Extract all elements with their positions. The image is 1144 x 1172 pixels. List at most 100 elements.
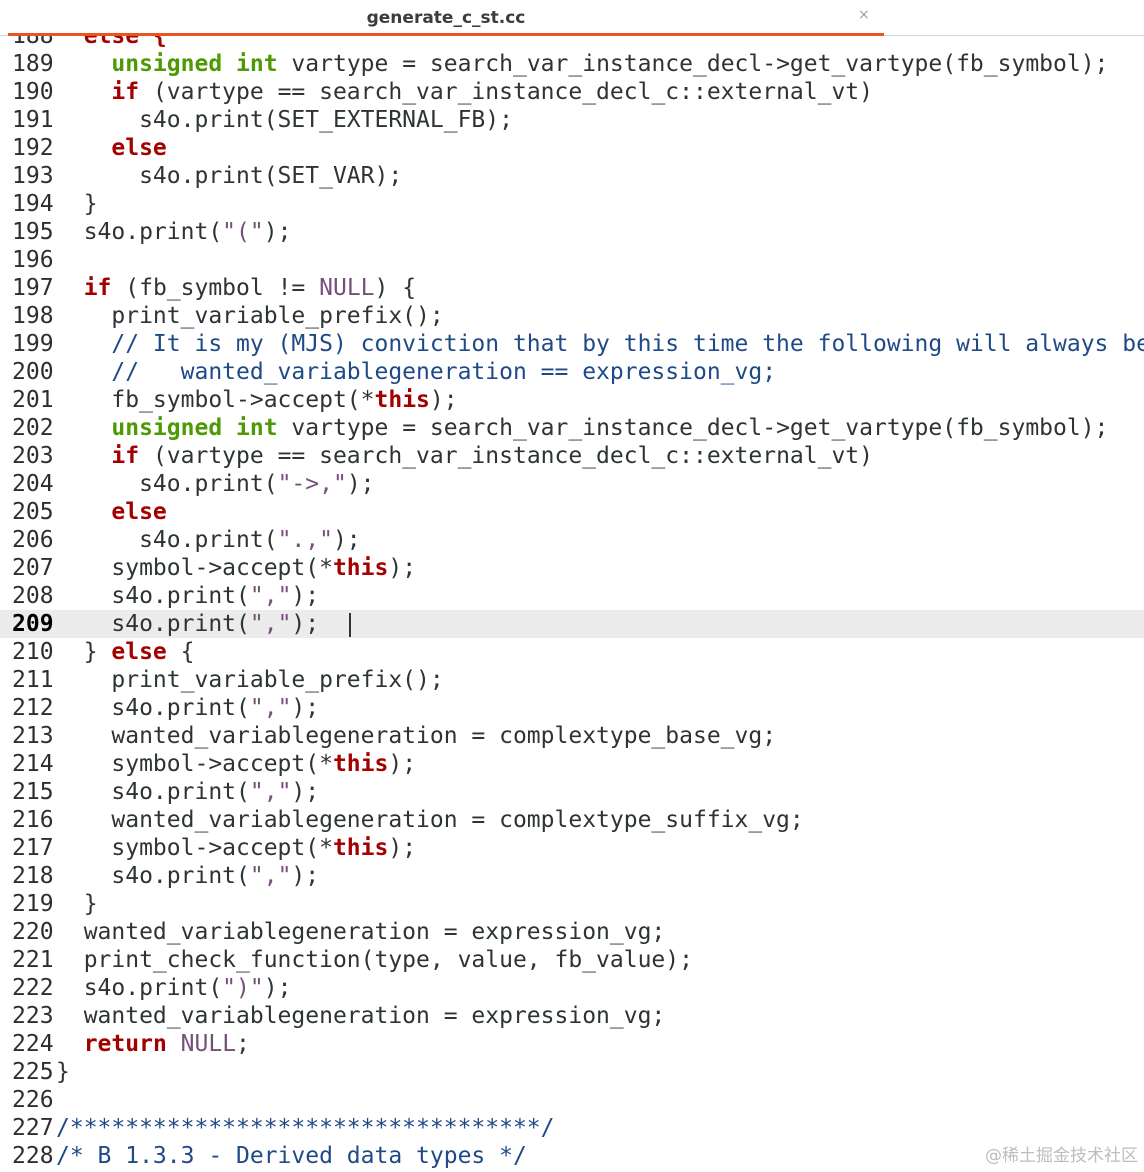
code-line[interactable]: 200 // wanted_variablegeneration == expr…	[0, 358, 1144, 386]
code-editor[interactable]: 188 else {189 unsigned int vartype = sea…	[0, 36, 1144, 1172]
code-line[interactable]: 222 s4o.print(")");	[0, 974, 1144, 1002]
code-line[interactable]: 201 fb_symbol->accept(*this);	[0, 386, 1144, 414]
code-line[interactable]: 190 if (vartype == search_var_instance_d…	[0, 78, 1144, 106]
code-line[interactable]: 212 s4o.print(",");	[0, 694, 1144, 722]
code-line[interactable]: 225}	[0, 1058, 1144, 1086]
code-line[interactable]: 211 print_variable_prefix();	[0, 666, 1144, 694]
code-token: vartype = search_var_instance_decl->get_…	[277, 51, 1109, 77]
code-token: ;	[236, 1031, 250, 1057]
code-token: {	[166, 639, 195, 665]
code-line[interactable]: 192 else	[0, 134, 1144, 162]
line-number: 193	[12, 163, 54, 189]
code-line[interactable]: 202 unsigned int vartype = search_var_in…	[0, 414, 1144, 442]
line-number: 224	[12, 1031, 54, 1057]
code-token: }	[56, 891, 98, 917]
tab-generate-c-st[interactable]: generate_c_st.cc ×	[8, 0, 884, 36]
code-line[interactable]: 213 wanted_variablegeneration = complext…	[0, 722, 1144, 750]
code-text: if (vartype == search_var_instance_decl_…	[56, 442, 873, 470]
code-line[interactable]: 198 print_variable_prefix();	[0, 302, 1144, 330]
code-token: wanted_variablegeneration = complextype_…	[56, 723, 777, 749]
line-number: 203	[12, 443, 54, 469]
line-number: 205	[12, 499, 54, 525]
code-token: s4o.print(	[56, 975, 223, 1001]
code-token: // wanted_variablegeneration == expressi…	[111, 359, 777, 385]
code-token: if	[111, 443, 140, 469]
code-line[interactable]: 219 }	[0, 890, 1144, 918]
code-token: "->,"	[277, 471, 347, 497]
code-line[interactable]: 216 wanted_variablegeneration = complext…	[0, 806, 1144, 834]
code-line[interactable]: 206 s4o.print(".,");	[0, 526, 1144, 554]
code-token: s4o.print(SET_VAR);	[56, 163, 403, 189]
code-text: /**********************************/	[56, 1114, 555, 1142]
code-line[interactable]: 195 s4o.print("(");	[0, 218, 1144, 246]
code-text: print_variable_prefix();	[56, 666, 443, 694]
line-number: 227	[12, 1115, 54, 1141]
code-token: );	[429, 387, 458, 413]
code-line[interactable]: 207 symbol->accept(*this);	[0, 554, 1144, 582]
code-line[interactable]: 194 }	[0, 190, 1144, 218]
code-line[interactable]: 191 s4o.print(SET_EXTERNAL_FB);	[0, 106, 1144, 134]
line-number: 207	[12, 555, 54, 581]
line-number: 212	[12, 695, 54, 721]
code-line[interactable]: 196	[0, 246, 1144, 274]
code-token: symbol->accept(*	[56, 751, 333, 777]
code-token: ".,"	[277, 527, 333, 553]
code-line[interactable]: 204 s4o.print("->,");	[0, 470, 1144, 498]
code-line[interactable]: 217 symbol->accept(*this);	[0, 834, 1144, 862]
line-number: 198	[12, 303, 54, 329]
watermark: @稀土掘金技术社区	[985, 1146, 1138, 1166]
code-line[interactable]: 215 s4o.print(",");	[0, 778, 1144, 806]
line-number: 194	[12, 191, 54, 217]
code-token: this	[332, 555, 389, 581]
code-token: wanted_variablegeneration = expression_v…	[56, 1003, 666, 1029]
code-line[interactable]: 226	[0, 1086, 1144, 1114]
code-line[interactable]: 224 return NULL;	[0, 1030, 1144, 1058]
code-line[interactable]: 199 // It is my (MJS) conviction that by…	[0, 330, 1144, 358]
code-text: else {	[56, 36, 167, 50]
code-token: else {	[83, 36, 167, 49]
code-line[interactable]: 209 s4o.print(",");	[0, 610, 1144, 638]
code-token: );	[291, 779, 320, 805]
code-token: int	[236, 51, 278, 77]
code-line[interactable]: 227/**********************************/	[0, 1114, 1144, 1142]
code-token: // It is my (MJS) conviction that by thi…	[111, 331, 1144, 357]
code-line[interactable]: 205 else	[0, 498, 1144, 526]
code-line[interactable]: 188 else {	[0, 36, 1144, 50]
code-line[interactable]: 218 s4o.print(",");	[0, 862, 1144, 890]
code-line[interactable]: 197 if (fb_symbol != NULL) {	[0, 274, 1144, 302]
code-token: ) {	[374, 275, 417, 301]
code-line[interactable]: 210 } else {	[0, 638, 1144, 666]
code-token: NULL	[319, 275, 375, 301]
code-token: this	[332, 835, 389, 861]
code-line[interactable]: 189 unsigned int vartype = search_var_in…	[0, 50, 1144, 78]
code-token: }	[56, 191, 98, 217]
code-line[interactable]: 223 wanted_variablegeneration = expressi…	[0, 1002, 1144, 1030]
code-line[interactable]: 220 wanted_variablegeneration = expressi…	[0, 918, 1144, 946]
code-token: if	[83, 275, 112, 301]
line-number: 188	[12, 36, 54, 49]
code-text: // It is my (MJS) conviction that by thi…	[56, 330, 1144, 358]
tab-title: generate_c_st.cc	[366, 8, 526, 28]
code-text: /* B 1.3.3 - Derived data types */	[56, 1142, 527, 1170]
code-line[interactable]: 208 s4o.print(",");	[0, 582, 1144, 610]
line-number: 225	[12, 1059, 54, 1085]
code-line[interactable]: 221 print_check_function(type, value, fb…	[0, 946, 1144, 974]
code-line[interactable]: 228/* B 1.3.3 - Derived data types */	[0, 1142, 1144, 1170]
line-number: 189	[12, 51, 54, 77]
line-number: 223	[12, 1003, 54, 1029]
code-line[interactable]: 203 if (vartype == search_var_instance_d…	[0, 442, 1144, 470]
code-token: (vartype == search_var_instance_decl_c::…	[139, 443, 873, 469]
code-token: ")"	[222, 975, 264, 1001]
code-text: symbol->accept(*this);	[56, 554, 416, 582]
code-token: int	[236, 415, 278, 441]
code-line[interactable]: 193 s4o.print(SET_VAR);	[0, 162, 1144, 190]
code-line[interactable]: 214 symbol->accept(*this);	[0, 750, 1144, 778]
line-number: 201	[12, 387, 54, 413]
close-icon[interactable]: ×	[858, 7, 870, 23]
code-text: s4o.print(",");	[56, 582, 319, 610]
